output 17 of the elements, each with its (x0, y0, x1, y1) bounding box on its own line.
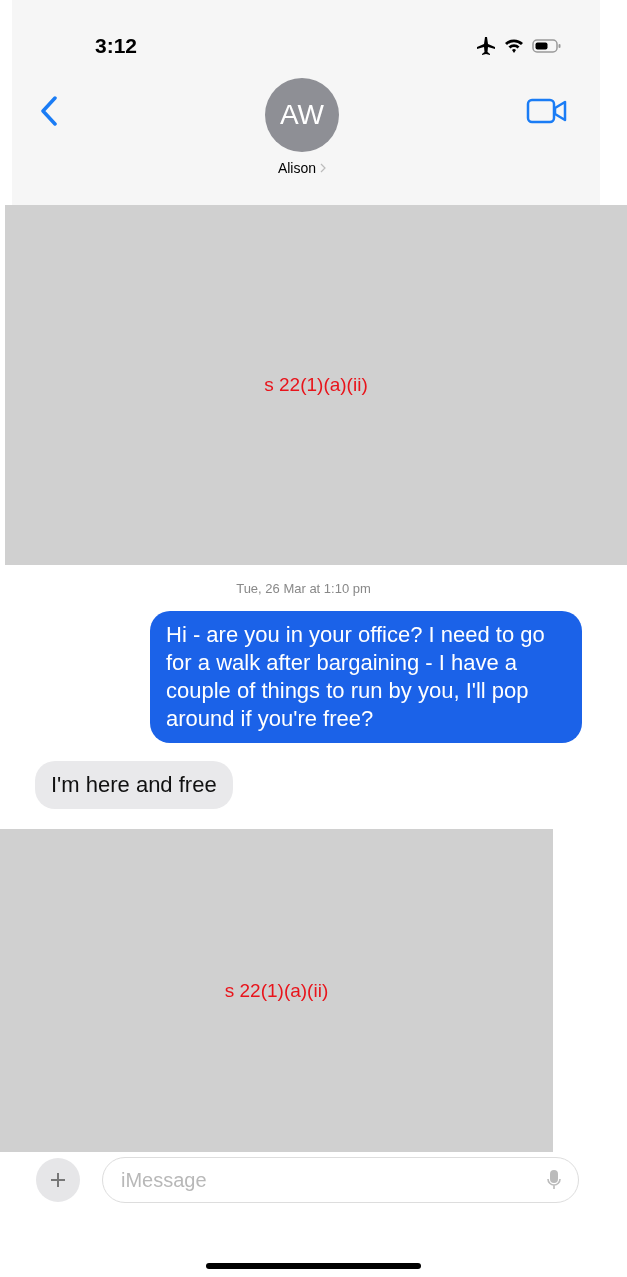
sent-message-bubble: Hi - are you in your office? I need to go for a walk after bargaining - I have a couple of things to run by you, I'll pop around if you're free? (150, 611, 582, 743)
status-time: 3:12 (95, 34, 138, 58)
received-message-bubble: I'm here and free (35, 761, 233, 809)
redaction-label: s 22(1)(a)(ii) (264, 374, 368, 396)
wifi-icon (504, 38, 524, 54)
message-timestamp: Tue, 26 Mar at 1:10 pm (235, 581, 372, 596)
chevron-icon (320, 163, 327, 173)
video-camera-icon[interactable] (526, 98, 568, 124)
redaction-label: s 22(1)(a)(ii) (224, 979, 329, 1002)
back-icon[interactable] (40, 96, 58, 126)
battery-icon (532, 38, 562, 54)
contact-name[interactable]: Alison (277, 160, 317, 176)
airplane-icon (476, 36, 496, 56)
plus-icon (50, 1172, 66, 1188)
microphone-icon[interactable] (547, 1169, 561, 1191)
message-input-field[interactable]: iMessage (102, 1157, 579, 1203)
add-button[interactable] (36, 1158, 80, 1202)
